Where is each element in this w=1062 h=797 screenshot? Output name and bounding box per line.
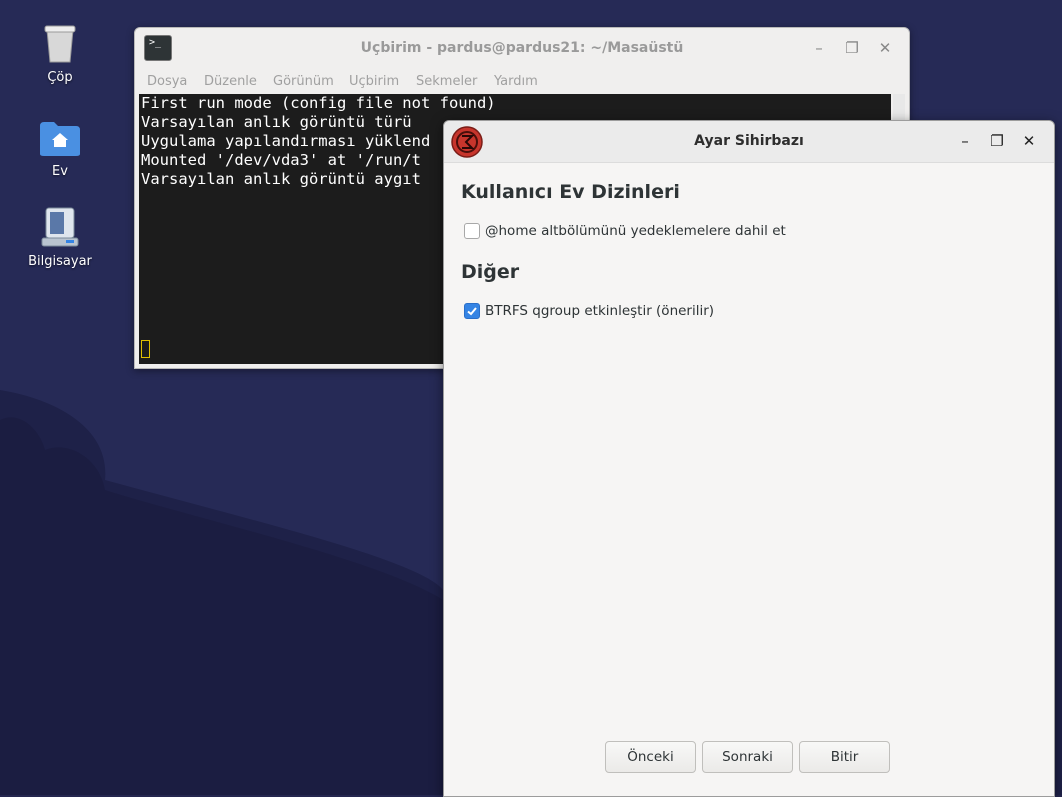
desktop-icon-label: Çöp	[47, 70, 73, 85]
maximize-icon[interactable]: ❐	[842, 38, 862, 58]
qgroup-checkbox[interactable]	[464, 303, 480, 319]
maximize-icon[interactable]: ❐	[987, 131, 1007, 151]
menu-ucbirim[interactable]: Uçbirim	[349, 74, 399, 89]
back-button[interactable]: Önceki	[605, 741, 696, 773]
terminal-cursor	[141, 340, 150, 358]
desktop-icon-label: Bilgisayar	[28, 254, 92, 269]
computer-icon	[41, 207, 79, 247]
menu-duzenle[interactable]: Düzenle	[204, 74, 257, 89]
finish-button[interactable]: Bitir	[799, 741, 890, 773]
terminal-titlebar[interactable]: >_ Uçbirim - pardus@pardus21: ~/Masaüstü…	[135, 28, 909, 68]
terminal-menubar: Dosya Düzenle Görünüm Uçbirim Sekmeler Y…	[135, 70, 909, 94]
minimize-icon[interactable]: –	[955, 131, 975, 151]
trash-icon	[44, 25, 76, 63]
home-backup-checkbox[interactable]	[464, 223, 480, 239]
desktop-icon-home[interactable]: Ev	[15, 120, 105, 179]
desktop-icon-label: Ev	[52, 164, 68, 179]
home-folder-icon	[40, 122, 80, 156]
next-button[interactable]: Sonraki	[702, 741, 793, 773]
settings-wizard-dialog[interactable]: Ayar Sihirbazı – ❐ ✕ Kullanıcı Ev Dizinl…	[443, 120, 1055, 797]
close-icon[interactable]: ✕	[1019, 131, 1039, 151]
checkmark-icon	[467, 307, 477, 316]
close-icon[interactable]: ✕	[875, 38, 895, 58]
minimize-icon[interactable]: –	[809, 38, 829, 58]
menu-sekmeler[interactable]: Sekmeler	[416, 74, 477, 89]
desktop-icon-computer[interactable]: Bilgisayar	[15, 206, 105, 269]
dialog-titlebar[interactable]: Ayar Sihirbazı – ❐ ✕	[444, 121, 1054, 163]
menu-dosya[interactable]: Dosya	[147, 74, 187, 89]
menu-yardim[interactable]: Yardım	[494, 74, 538, 89]
section-heading-other: Diğer	[461, 261, 520, 283]
terminal-line: First run mode (config file not found)	[141, 94, 496, 112]
checkbox-label[interactable]: BTRFS qgroup etkinleştir (önerilir)	[485, 303, 714, 319]
checkbox-label[interactable]: @home altbölümünü yedeklemelere dahil et	[485, 223, 786, 239]
menu-gorunum[interactable]: Görünüm	[273, 74, 334, 89]
desktop-icon-trash[interactable]: Çöp	[15, 24, 105, 85]
section-heading-home-dirs: Kullanıcı Ev Dizinleri	[461, 181, 680, 203]
terminal-title: Uçbirim - pardus@pardus21: ~/Masaüstü	[360, 40, 684, 56]
